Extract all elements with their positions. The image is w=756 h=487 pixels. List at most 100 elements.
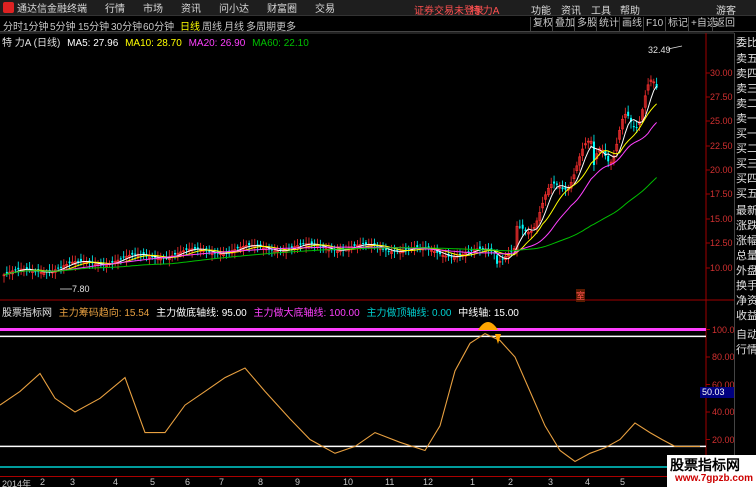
candle-body-down: [496, 255, 499, 264]
candlestick-series: [2, 75, 658, 283]
candle-body-down: [17, 267, 20, 270]
candle-body-down: [564, 187, 567, 190]
candle-body-down: [404, 248, 407, 250]
rp-quote[interactable]: 行情: [736, 344, 756, 357]
chart-grid: [0, 32, 734, 476]
price-tick: 12.50: [710, 238, 733, 248]
indicator-legend: 股票指标网 主力筹码趋向: 15.54 主力做底轴线: 95.00 主力做大底轴…: [2, 304, 523, 319]
watermark-url: www.7gpzb.com: [675, 473, 753, 484]
weight-mark[interactable]: 室: [576, 289, 586, 302]
date-label: 8: [258, 477, 264, 487]
indicator-name[interactable]: 股票指标网: [2, 308, 52, 319]
watermark: 股票指标网 www.7gpzb.com: [667, 455, 756, 487]
rp-sell4: 卖四: [736, 68, 756, 80]
candle-body-down: [236, 246, 239, 249]
rp-latest: 最新: [736, 205, 756, 217]
candle-body-down: [632, 126, 635, 128]
price-tick: 22.50: [710, 141, 733, 151]
indicator-line4: 主力做顶轴线: 0.00: [366, 308, 452, 319]
rp-eps: 收益: [736, 310, 756, 322]
candle-body-down: [5, 271, 8, 274]
date-label: 6: [185, 477, 191, 487]
candle-body-down: [79, 258, 82, 262]
candle-body-down: [416, 245, 419, 248]
rp-change-pct: 涨幅: [736, 235, 756, 247]
candle-body-down: [555, 183, 558, 185]
rp-change: 涨跌: [736, 220, 756, 232]
indicator-line2: 主力做底轴线: 95.00: [156, 308, 247, 319]
date-label: 2014年: [2, 479, 32, 487]
rp-weibi: 委比: [736, 37, 756, 49]
indicator-panel: [0, 322, 710, 468]
ma10-label: MA10: 28.70: [125, 38, 182, 49]
candle-body-down: [77, 260, 80, 262]
ma20-label: MA20: 26.90: [188, 38, 246, 49]
candle-body-down: [501, 258, 504, 260]
kline-chart[interactable]: [0, 0, 734, 476]
indicator-line1: 主力筹码趋向: 15.54: [58, 308, 150, 319]
rp-buy1: 买一: [736, 128, 756, 140]
candle-body-down: [131, 252, 134, 255]
date-axis: 2014年 2 3 4 5 6 7 8 9 10 11 12 1 2 3 4 5: [0, 476, 734, 487]
date-label: 5: [620, 477, 626, 487]
rp-buy3: 买三: [736, 158, 756, 170]
rp-buy4: 买四: [736, 173, 756, 185]
candle-body-down: [382, 248, 385, 250]
date-label: 9: [295, 477, 301, 487]
price-tick: 20.00: [710, 165, 733, 175]
candle-body-down: [122, 256, 125, 258]
rp-netasset: 净资: [736, 295, 756, 307]
candle-body-down: [635, 127, 638, 129]
date-label: 3: [70, 477, 76, 487]
date-label: 1: [470, 477, 476, 487]
high-price-label: 32.49: [648, 45, 671, 55]
indicator-line3: 主力做大底轴线: 100.00: [253, 308, 360, 319]
indicator-line5: 中线轴: 15.00: [458, 308, 519, 319]
candle-body-down: [119, 258, 122, 260]
main-force-trend-line: [0, 332, 700, 463]
ma5-label: MA5: 27.96: [67, 38, 119, 49]
date-label: 4: [113, 477, 119, 487]
stock-period-label: 特 力A (日线): [2, 38, 61, 49]
main-chart-legend: 特 力A (日线) MA5: 27.96 MA10: 28.70 MA20: 2…: [2, 34, 313, 49]
watermark-title: 股票指标网: [670, 457, 740, 473]
rp-sell3: 卖三: [736, 83, 756, 95]
candle-body-down: [478, 246, 481, 249]
candle-body-down: [362, 243, 365, 245]
rp-sell5: 卖五: [736, 53, 756, 65]
rp-buy5: 买五: [736, 188, 756, 200]
quote-side-panel: 委比 卖五 卖四 卖三 卖二 卖一 买一 买二 买三 买四 买五 最新 涨跌 涨…: [734, 33, 756, 487]
price-tick: 25.00: [710, 116, 733, 126]
price-tick: 10.00: [710, 263, 733, 273]
candle-body-down: [302, 243, 305, 245]
candle-body-down: [14, 269, 17, 271]
price-tick: 30.00: [710, 68, 733, 78]
rp-volume: 总量: [736, 250, 756, 262]
signal-peak-mark: [478, 322, 498, 330]
ma20-line: [3, 122, 657, 276]
candle-body-down: [607, 155, 610, 162]
candle-body-down: [553, 181, 556, 184]
candle-body-down: [185, 248, 188, 250]
candle-body-down: [518, 226, 521, 228]
price-tick: 17.50: [710, 189, 733, 199]
rp-auto[interactable]: 自动: [736, 329, 756, 342]
candle-body-down: [353, 244, 356, 246]
date-label: 12: [423, 477, 434, 487]
date-label: 5: [150, 477, 156, 487]
candle-body-down: [561, 187, 564, 190]
rp-sell2: 卖二: [736, 98, 756, 110]
ma60-line: [3, 177, 657, 276]
candle-body-down: [364, 242, 367, 245]
date-label: 2: [508, 477, 514, 487]
candle-body-down: [60, 266, 62, 268]
price-tick: 27.50: [710, 92, 733, 102]
candle-body-down: [134, 253, 137, 255]
date-label: 3: [548, 477, 554, 487]
candle-body-down: [387, 250, 390, 252]
date-label: 4: [585, 477, 591, 487]
candle-body-down: [174, 252, 176, 255]
candle-body-down: [627, 111, 630, 117]
rp-outer: 外盘: [736, 265, 756, 277]
candle-body-down: [193, 247, 196, 249]
